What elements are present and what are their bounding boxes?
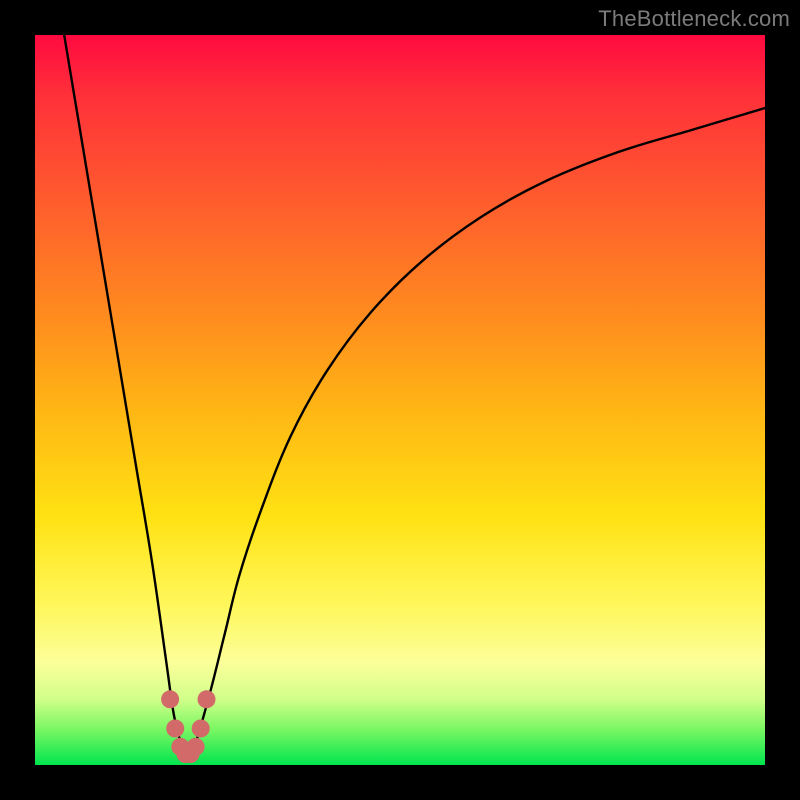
curve-line	[64, 35, 765, 760]
highlight-marker	[198, 690, 216, 708]
highlight-marker	[161, 690, 179, 708]
highlight-marker	[187, 738, 205, 756]
plot-area	[35, 35, 765, 765]
chart-frame: TheBottleneck.com	[0, 0, 800, 800]
highlight-marker	[192, 720, 210, 738]
watermark-text: TheBottleneck.com	[598, 6, 790, 32]
chart-svg	[35, 35, 765, 765]
highlight-marker	[166, 720, 184, 738]
